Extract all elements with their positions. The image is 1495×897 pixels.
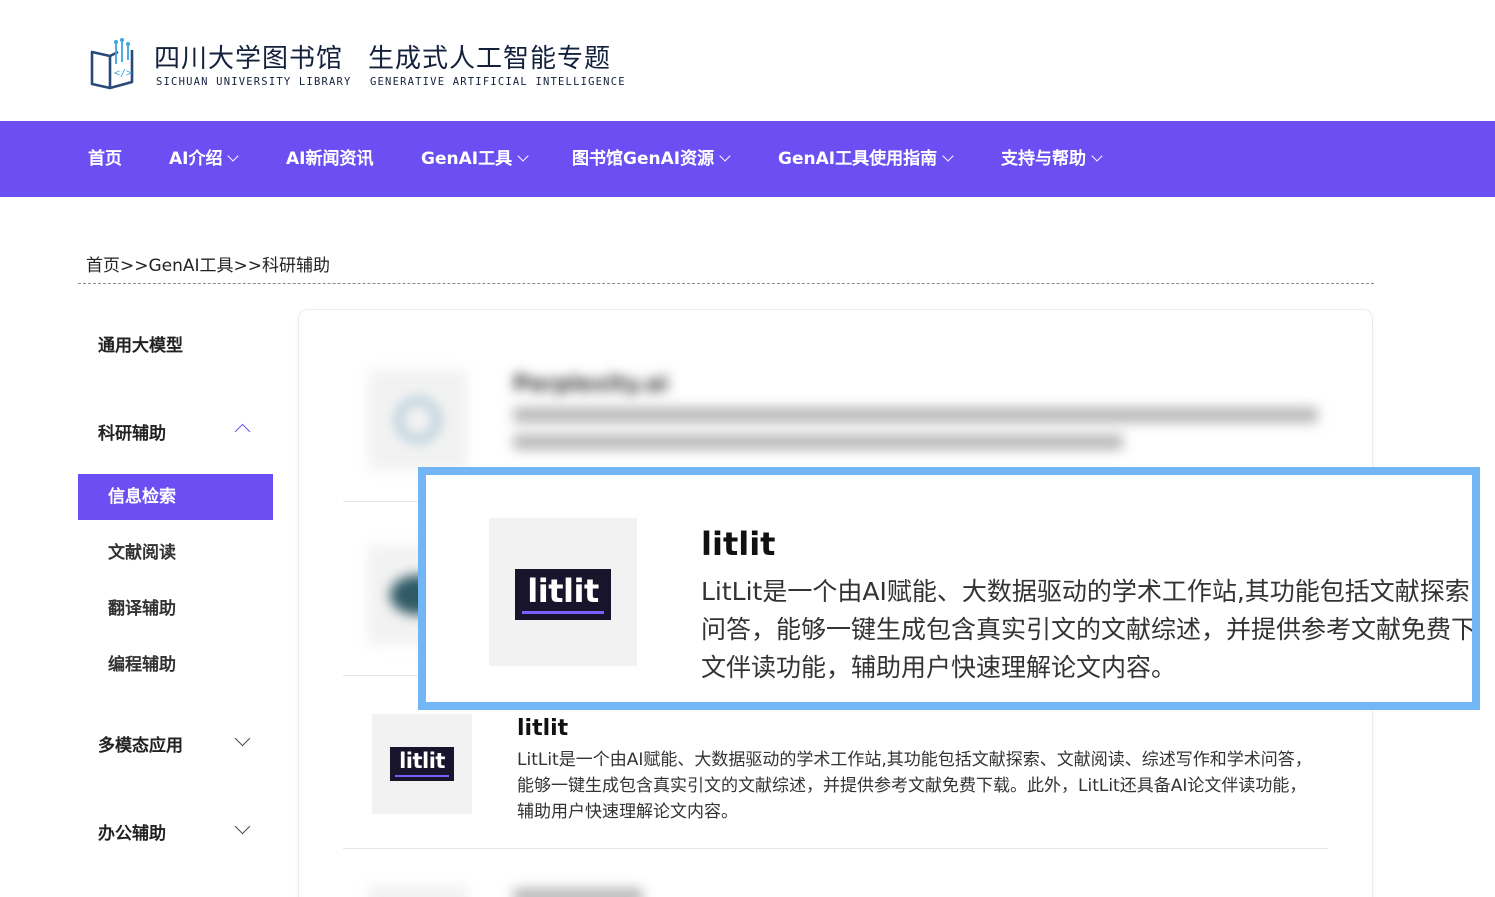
- logo-underline: [522, 611, 604, 614]
- nav-item-usage-guide[interactable]: GenAI工具使用指南: [778, 121, 954, 197]
- tool-description-zoomed: LitLit是一个由AI赋能、大数据驱动的学术工作站,其功能包括文献探索 问答，…: [701, 573, 1480, 687]
- breadcrumb-divider: [78, 283, 1374, 284]
- nav-label: 首页: [88, 149, 122, 169]
- nav-label: 图书馆GenAI资源: [572, 149, 715, 169]
- description-line: 问答，能够一键生成包含真实引文的文献综述，并提供参考文献免费下载: [701, 615, 1480, 644]
- sidebar-item-literature-reading[interactable]: 文献阅读: [78, 530, 273, 576]
- nav-label: 支持与帮助: [1001, 149, 1086, 169]
- tool-description: LitLit是一个由AI赋能、大数据驱动的学术工作站,其功能包括文献探索、文献阅…: [517, 750, 1312, 822]
- nav-label: GenAI工具: [421, 149, 513, 169]
- sidebar-item-programming[interactable]: 编程辅助: [78, 642, 273, 688]
- sidebar-group-research[interactable]: 科研辅助: [98, 419, 166, 444]
- description-line: 文伴读功能，辅助用户快速理解论文内容。: [701, 653, 1177, 682]
- chevron-down-icon: [942, 150, 954, 162]
- tool-title: Perplexity.ai: [513, 372, 669, 397]
- sidebar-item-info-retrieval[interactable]: 信息检索: [78, 474, 273, 520]
- site-header: </> 四川大学图书馆 SICHUAN UNIVERSITY LIBRARY 生…: [0, 0, 1495, 121]
- chevron-down-icon: [719, 150, 731, 162]
- svg-text:</>: </>: [114, 68, 132, 79]
- tool-thumbnail: litlit: [372, 714, 472, 814]
- tool-thumbnail: [368, 370, 468, 470]
- logo-underline: [395, 775, 449, 777]
- sidebar-group-office[interactable]: 办公辅助: [98, 819, 166, 844]
- book-circuit-icon[interactable]: </>: [88, 38, 138, 90]
- description-line: LitLit是一个由AI赋能、大数据驱动的学术工作站,其功能包括文献探索: [701, 577, 1470, 606]
- chevron-down-icon: [517, 150, 529, 162]
- sidebar-group-multimodal[interactable]: 多模态应用: [98, 731, 183, 756]
- main-nav: 首页 AI介绍 AI新闻资讯 GenAI工具 图书馆GenAI资源 GenAI工…: [0, 121, 1495, 197]
- library-name-en: SICHUAN UNIVERSITY LIBRARY: [156, 76, 352, 88]
- page: </> 四川大学图书馆 SICHUAN UNIVERSITY LIBRARY 生…: [0, 0, 1495, 897]
- library-name-cn: 四川大学图书馆: [154, 44, 344, 74]
- nav-label: GenAI工具使用指南: [778, 149, 938, 169]
- nav-item-ai-news[interactable]: AI新闻资讯: [286, 121, 373, 197]
- litlit-logo: litlit: [390, 747, 454, 781]
- chevron-down-icon: [1091, 150, 1103, 162]
- tool-thumbnail: [368, 885, 468, 897]
- chevron-up-icon[interactable]: [234, 423, 251, 440]
- chevron-down-icon: [227, 150, 240, 162]
- nav-item-ai-intro[interactable]: AI介绍: [169, 121, 240, 197]
- item-divider: [343, 848, 1328, 849]
- tool-logo-icon: [396, 398, 440, 442]
- nav-item-library-resources[interactable]: 图书馆GenAI资源: [572, 121, 731, 197]
- zoom-callout: litlit litlit LitLit是一个由AI赋能、大数据驱动的学术工作站…: [418, 467, 1480, 710]
- logo-text: litlit: [527, 572, 599, 610]
- nav-item-home[interactable]: 首页: [88, 121, 122, 197]
- logo-text: litlit: [399, 749, 445, 773]
- tool-description-line: [513, 407, 1318, 423]
- tool-title-zoomed: litlit: [701, 525, 776, 563]
- topic-title-en: GENERATIVE ARTIFICIAL INTELLIGENCE: [370, 76, 626, 88]
- topic-title-cn: 生成式人工智能专题: [368, 44, 612, 74]
- sidebar-item-translation[interactable]: 翻译辅助: [78, 586, 273, 632]
- chevron-down-icon[interactable]: [234, 818, 251, 835]
- tool-title: [513, 888, 643, 897]
- nav-label: AI新闻资讯: [286, 149, 374, 169]
- chevron-down-icon[interactable]: [234, 730, 251, 747]
- nav-item-genai-tools[interactable]: GenAI工具: [421, 121, 529, 197]
- tool-thumbnail-zoomed: litlit: [489, 518, 637, 666]
- litlit-logo: litlit: [515, 569, 611, 620]
- nav-item-support[interactable]: 支持与帮助: [1001, 121, 1103, 197]
- sidebar-group-general-models[interactable]: 通用大模型: [98, 331, 183, 356]
- nav-label: AI介绍: [169, 149, 223, 169]
- tool-description-line: [513, 434, 1123, 450]
- breadcrumb[interactable]: 首页>>GenAI工具>>科研辅助: [86, 251, 330, 276]
- tool-title[interactable]: litlit: [517, 716, 568, 741]
